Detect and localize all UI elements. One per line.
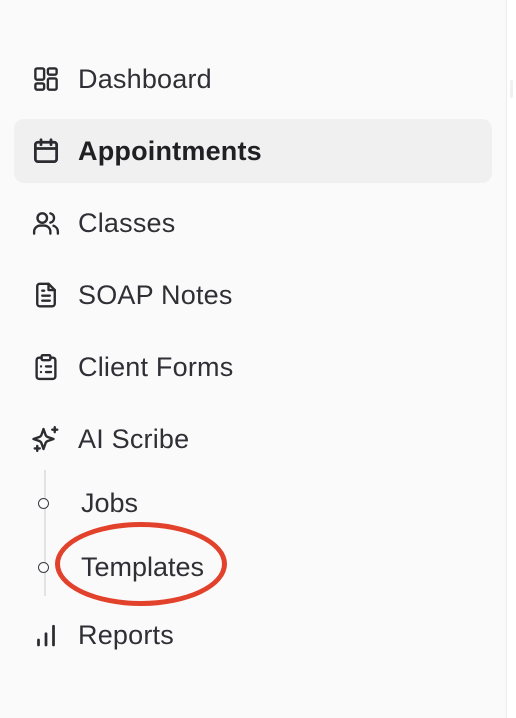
bullet-dot-icon bbox=[38, 561, 49, 573]
sidebar-item-label: Reports bbox=[78, 619, 174, 650]
sidebar-item-label: Client Forms bbox=[78, 351, 234, 382]
clipboard-icon bbox=[30, 351, 62, 383]
sidebar-item-reports[interactable]: Reports bbox=[14, 603, 492, 667]
sidebar-item-label: Classes bbox=[78, 207, 176, 238]
sidebar-nav: Dashboard Appointments Classes SOAP Note… bbox=[0, 0, 507, 718]
sidebar-subitem-label: Jobs bbox=[81, 487, 139, 518]
dashboard-icon bbox=[30, 63, 62, 95]
sidebar-item-label: Dashboard bbox=[78, 63, 212, 94]
users-icon bbox=[30, 207, 62, 239]
sidebar-item-classes[interactable]: Classes bbox=[14, 191, 492, 255]
calendar-icon bbox=[30, 135, 62, 167]
bullet-dot-icon bbox=[38, 497, 49, 509]
sidebar-item-label: Appointments bbox=[78, 135, 262, 166]
sidebar-item-dashboard[interactable]: Dashboard bbox=[14, 47, 492, 111]
sidebar-item-appointments[interactable]: Appointments bbox=[14, 119, 492, 183]
sidebar-subitem-label: Templates bbox=[81, 551, 205, 582]
document-icon bbox=[30, 279, 62, 311]
sidebar-item-ai-scribe[interactable]: AI Scribe bbox=[14, 407, 492, 471]
main-content-edge bbox=[507, 0, 516, 718]
sidebar-item-label: AI Scribe bbox=[78, 423, 190, 454]
sidebar-item-soap-notes[interactable]: SOAP Notes bbox=[14, 263, 492, 327]
sidebar-subitem-jobs[interactable]: Jobs bbox=[34, 475, 474, 531]
sidebar-subitem-templates[interactable]: Templates bbox=[34, 539, 474, 595]
content-divider-mark bbox=[510, 80, 513, 98]
sparkles-icon bbox=[30, 423, 62, 455]
sidebar-item-client-forms[interactable]: Client Forms bbox=[14, 335, 492, 399]
bar-chart-icon bbox=[30, 619, 62, 651]
sidebar-item-label: SOAP Notes bbox=[78, 279, 233, 310]
